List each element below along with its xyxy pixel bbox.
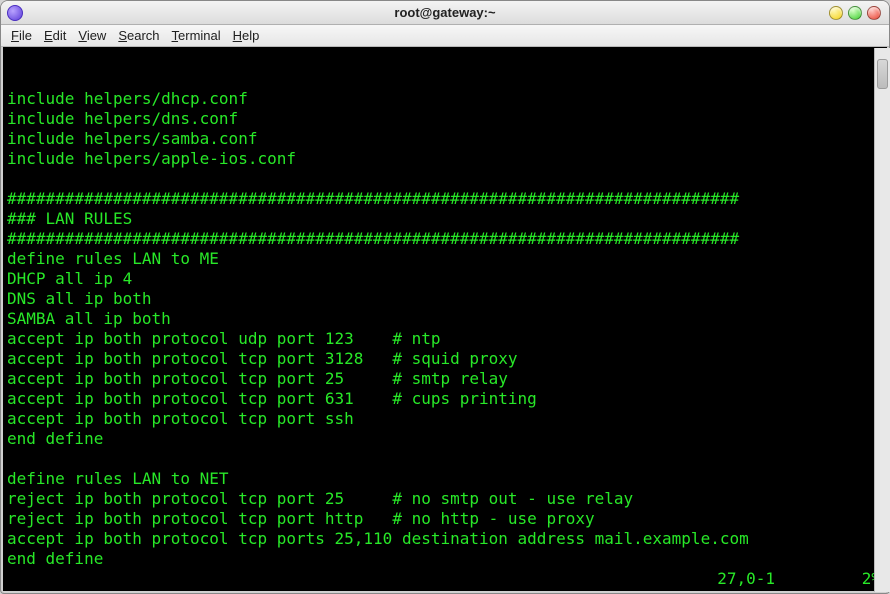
- cursor-position: 27,0-1: [717, 569, 775, 588]
- menu-view[interactable]: View: [72, 26, 112, 45]
- menu-search[interactable]: Search: [112, 26, 165, 45]
- minimize-button[interactable]: [829, 6, 843, 20]
- menubar: File Edit View Search Terminal Help: [1, 25, 889, 47]
- terminal-area[interactable]: include helpers/dhcp.conf include helper…: [1, 47, 889, 593]
- scrollbar[interactable]: [874, 48, 890, 592]
- menu-terminal[interactable]: Terminal: [166, 26, 227, 45]
- terminal-content: include helpers/dhcp.conf include helper…: [7, 89, 883, 569]
- app-icon: [7, 5, 23, 21]
- scrollbar-thumb[interactable]: [877, 59, 888, 89]
- window-controls: [829, 6, 889, 20]
- window-title: root@gateway:~: [1, 5, 889, 20]
- menu-help[interactable]: Help: [227, 26, 266, 45]
- menu-edit[interactable]: Edit: [38, 26, 72, 45]
- menu-file[interactable]: File: [5, 26, 38, 45]
- close-button[interactable]: [867, 6, 881, 20]
- titlebar[interactable]: root@gateway:~: [1, 1, 889, 25]
- vim-statusline: 27,0-1 2%: [717, 569, 881, 589]
- terminal-window: root@gateway:~ File Edit View Search Ter…: [0, 0, 890, 594]
- maximize-button[interactable]: [848, 6, 862, 20]
- cursor-block: [46, 591, 56, 593]
